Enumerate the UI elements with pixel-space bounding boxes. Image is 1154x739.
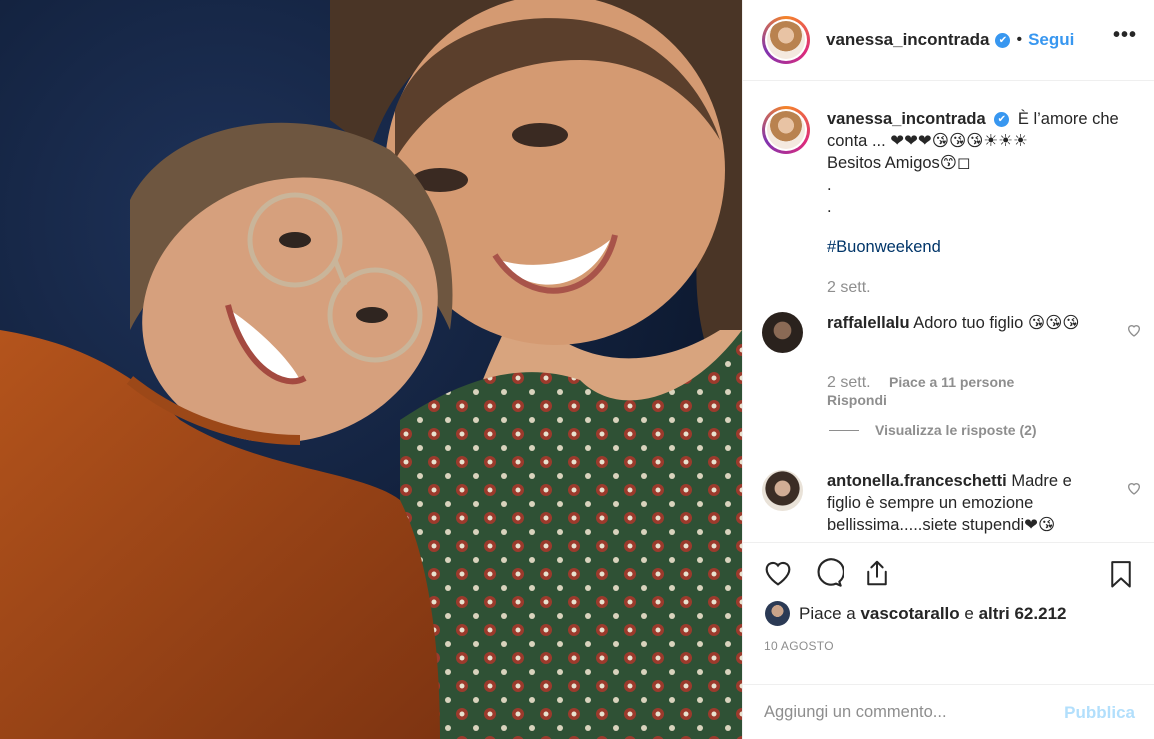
verified-badge-icon: ✔ <box>994 112 1010 128</box>
reply-button[interactable]: Rispondi <box>827 392 887 408</box>
follow-button[interactable]: Segui <box>1028 30 1074 50</box>
comment-composer: Pubblica <box>743 684 1154 739</box>
author-avatar[interactable] <box>762 16 810 64</box>
verified-badge-icon: ✔ <box>995 32 1011 48</box>
liker-username[interactable]: vascotarallo <box>860 604 959 624</box>
author-username[interactable]: vanessa_incontrada <box>826 30 989 50</box>
hashtag-link[interactable]: #Buonweekend <box>827 238 941 256</box>
caption-username[interactable]: vanessa_incontrada <box>827 110 986 128</box>
action-icons-row <box>762 557 1136 591</box>
view-replies-label[interactable]: Visualizza le risposte (2) <box>875 422 1037 438</box>
post-header: vanessa_incontrada ✔ • Segui ••• <box>743 0 1154 81</box>
view-replies[interactable]: Visualizza le risposte (2) <box>829 422 1037 438</box>
commenter-avatar[interactable] <box>762 470 803 511</box>
likes-middle: e <box>959 603 979 623</box>
post-image <box>0 0 742 739</box>
publish-button[interactable]: Pubblica <box>1064 703 1135 723</box>
separator-dot: • <box>1016 31 1023 48</box>
post-photo[interactable] <box>0 0 742 739</box>
share-icon[interactable] <box>862 557 892 589</box>
more-options-icon[interactable]: ••• <box>1113 24 1137 47</box>
caption-avatar[interactable] <box>762 106 810 154</box>
liker-avatar[interactable] <box>765 601 790 626</box>
comment-like-heart-icon[interactable] <box>1126 480 1142 496</box>
comment-bubble-icon[interactable] <box>812 557 844 589</box>
commenter-username[interactable]: raffalellalu <box>827 314 910 332</box>
comment-like-heart-icon[interactable] <box>1126 322 1142 338</box>
commenter-avatar[interactable] <box>762 312 803 353</box>
heart-icon[interactable] <box>762 557 794 589</box>
comment-input[interactable] <box>764 703 1044 722</box>
caption-line-3: . <box>827 176 832 194</box>
comment-likes[interactable]: Piace a 11 persone <box>889 374 1014 390</box>
likes-prefix: Piace a <box>799 603 861 623</box>
caption-time[interactable]: 2 sett. <box>827 279 871 296</box>
caption-line-4: . <box>827 198 832 216</box>
comments-list[interactable]: vanessa_incontrada ✔ È l’amore che conta… <box>743 82 1154 542</box>
post-date[interactable]: 10 AGOSTO <box>764 639 834 653</box>
replies-divider-line <box>829 429 859 431</box>
post-actions: Piace a vascotarallo e altri 62.212 10 A… <box>743 542 1154 739</box>
bookmark-icon[interactable] <box>1106 557 1136 591</box>
likes-summary[interactable]: Piace a vascotarallo e altri 62.212 <box>765 601 1066 626</box>
post-side-panel: vanessa_incontrada ✔ • Segui ••• vanessa… <box>742 0 1154 739</box>
comment-time[interactable]: 2 sett. <box>827 374 871 391</box>
caption-line-2: Besitos Amigos😙◻ <box>827 154 971 172</box>
comment-text: Adoro tuo figlio 😘😘😘 <box>913 314 1080 332</box>
likes-count[interactable]: altri 62.212 <box>979 604 1067 624</box>
commenter-username[interactable]: antonella.franceschetti <box>827 472 1007 490</box>
